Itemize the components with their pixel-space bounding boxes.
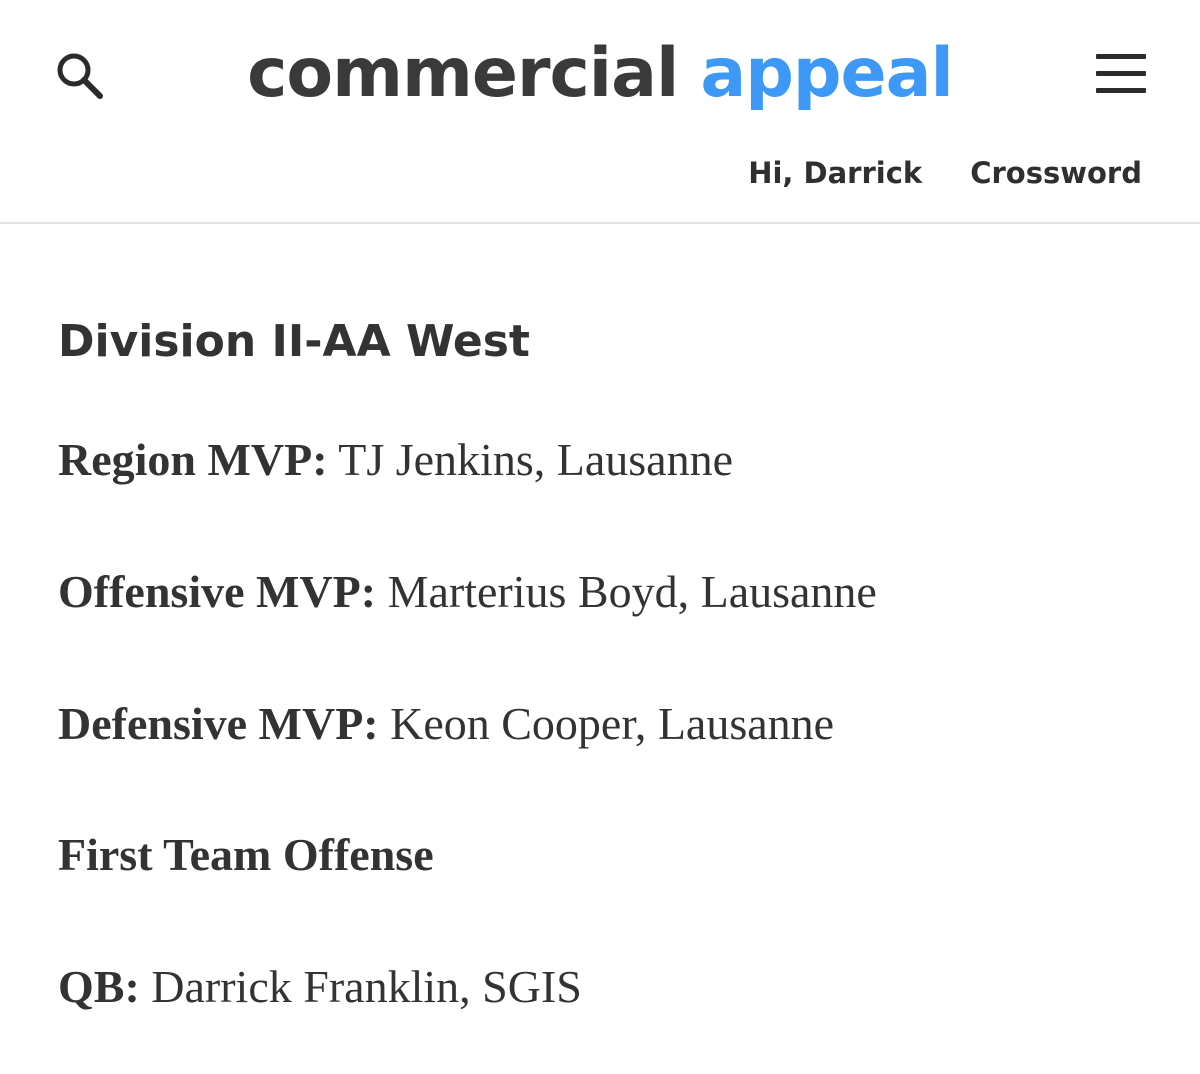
defensive-mvp-value: Keon Cooper, Lausanne — [378, 698, 835, 749]
region-mvp-line: Region MVP: TJ Jenkins, Lausanne — [58, 430, 733, 490]
logo-word-appeal: appeal — [700, 34, 954, 113]
qb-label: QB: — [58, 961, 140, 1012]
site-logo[interactable]: commercial appeal — [0, 26, 1200, 122]
site-header: commercial appeal Hi, Darrick Crossword — [0, 0, 1200, 224]
first-team-offense-label: First Team Offense — [58, 829, 434, 880]
account-greeting-link[interactable]: Hi, Darrick — [748, 156, 922, 190]
defensive-mvp-line: Defensive MVP: Keon Cooper, Lausanne — [58, 694, 834, 754]
region-mvp-label: Region MVP: — [58, 434, 328, 485]
offensive-mvp-label: Offensive MVP: — [58, 566, 377, 617]
logo-word-commercial: commercial — [247, 34, 679, 113]
article-body: Division II-AA West Region MVP: TJ Jenki… — [58, 312, 1148, 1012]
menu-button[interactable] — [1094, 54, 1148, 96]
offensive-mvp-value: Marterius Boyd, Lausanne — [376, 566, 877, 617]
crossword-link[interactable]: Crossword — [970, 156, 1142, 190]
section-heading: Division II-AA West — [58, 316, 530, 367]
region-mvp-value: TJ Jenkins, Lausanne — [327, 434, 733, 485]
utility-nav: Hi, Darrick Crossword — [748, 156, 1142, 190]
first-team-offense-heading: First Team Offense — [58, 825, 434, 885]
offensive-mvp-line: Offensive MVP: Marterius Boyd, Lausanne — [58, 562, 877, 622]
defensive-mvp-label: Defensive MVP: — [58, 698, 379, 749]
qb-line: QB: Darrick Franklin, SGIS — [58, 957, 582, 1017]
qb-value: Darrick Franklin, SGIS — [139, 961, 582, 1012]
